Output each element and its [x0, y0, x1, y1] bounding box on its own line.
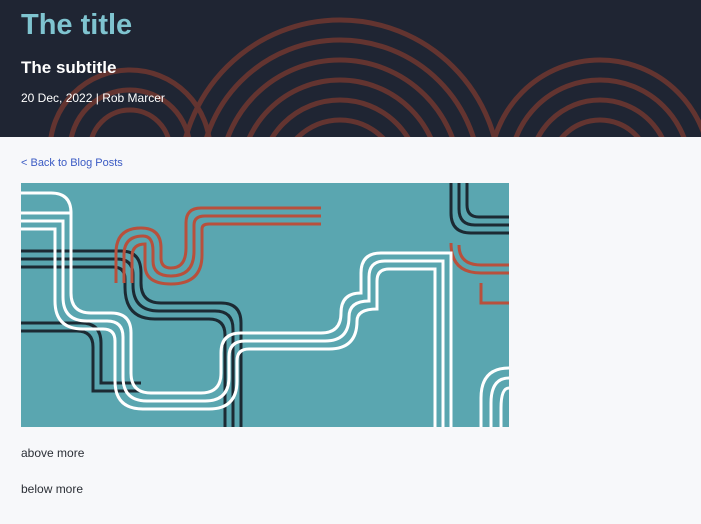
- page-title: The title: [21, 9, 133, 41]
- back-to-blog-link[interactable]: < Back to Blog Posts: [21, 156, 123, 170]
- page-subtitle: The subtitle: [21, 58, 117, 77]
- post-meta: 20 Dec, 2022 | Rob Marcer: [21, 90, 165, 106]
- post-date: 20 Dec, 2022: [21, 91, 93, 105]
- article-paragraph: above more: [21, 446, 85, 460]
- meta-separator: |: [95, 91, 99, 105]
- page-header: The title The subtitle 20 Dec, 2022 | Ro…: [0, 0, 701, 137]
- abstract-pipes-artwork: [21, 183, 509, 427]
- post-author: Rob Marcer: [102, 91, 165, 105]
- article-hero-image: [21, 183, 509, 427]
- article-paragraph: below more: [21, 482, 84, 496]
